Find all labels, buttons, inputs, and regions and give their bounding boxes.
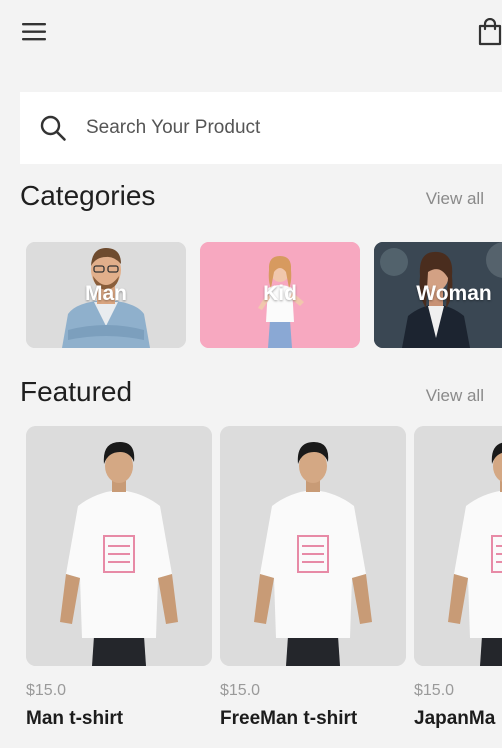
- product-price-3: $15.0: [414, 682, 455, 699]
- product-card-3[interactable]: $15.0 JapanMa: [414, 426, 502, 746]
- product-price-2: $15.0: [220, 682, 261, 699]
- search-input[interactable]: [84, 107, 468, 149]
- shop-home-screen: Categories View all Man: [0, 0, 502, 748]
- product-image-1: [26, 426, 212, 666]
- search-bar[interactable]: [20, 92, 502, 164]
- featured-carousel[interactable]: $15.0 Man t-shirt $15.0 FreeMan t-shirt …: [26, 426, 502, 748]
- category-label-woman: Woman: [416, 282, 492, 305]
- product-name-1: Man t-shirt: [26, 708, 124, 729]
- category-label-kid: Kid: [263, 282, 297, 305]
- tshirt-model-illustration: [414, 426, 502, 666]
- tshirt-model-illustration: [220, 426, 406, 666]
- product-name-2: FreeMan t-shirt: [220, 708, 358, 729]
- hamburger-menu-icon[interactable]: [22, 22, 48, 42]
- search-icon: [40, 115, 66, 141]
- product-name-3: JapanMa: [414, 708, 496, 729]
- featured-title: Featured: [20, 376, 133, 407]
- category-card-woman[interactable]: Woman: [374, 242, 502, 348]
- product-image-2: [220, 426, 406, 666]
- product-image-3: [414, 426, 502, 666]
- categories-title: Categories: [20, 180, 156, 211]
- category-card-man[interactable]: Man: [26, 242, 186, 348]
- product-card-1[interactable]: $15.0 Man t-shirt: [26, 426, 212, 746]
- featured-view-all-link[interactable]: View all: [426, 386, 484, 406]
- product-price-1: $15.0: [26, 682, 67, 699]
- product-card-2[interactable]: $15.0 FreeMan t-shirt: [220, 426, 406, 746]
- tshirt-model-illustration: [26, 426, 212, 666]
- category-label-man: Man: [85, 282, 127, 305]
- categories-view-all-link[interactable]: View all: [426, 189, 484, 209]
- category-card-kid[interactable]: Kid: [200, 242, 360, 348]
- categories-carousel[interactable]: Man Kid Woman: [26, 242, 502, 350]
- shopping-bag-icon[interactable]: [478, 18, 502, 46]
- top-bar: [0, 0, 502, 64]
